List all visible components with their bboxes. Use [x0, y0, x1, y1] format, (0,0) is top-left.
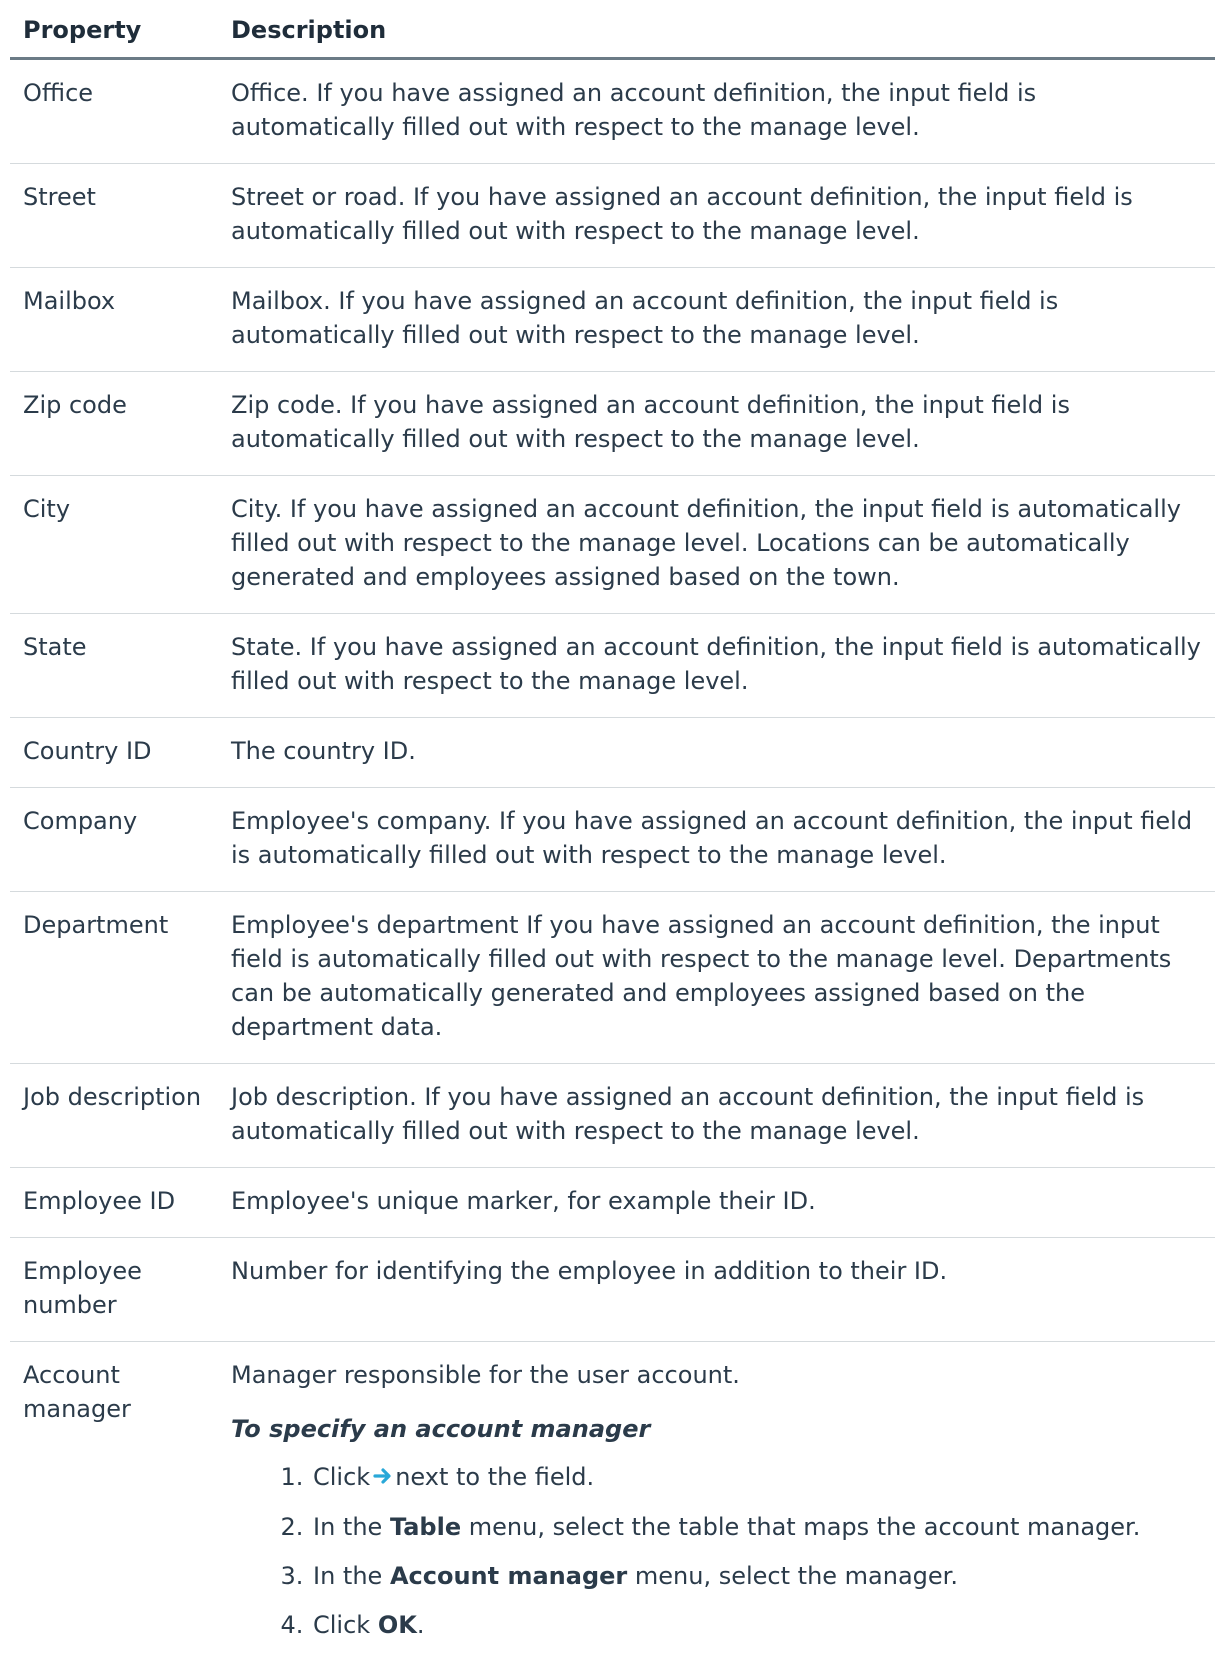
description-cell: Job description. If you have assigned an… — [218, 1064, 1215, 1168]
procedure-title: To specify an account manager — [231, 1412, 1207, 1446]
procedure-steps: Click next to the field. In the Table men… — [231, 1460, 1207, 1642]
table-row: Street Street or road. If you have assig… — [10, 164, 1215, 268]
description-cell: Office. If you have assigned an account … — [218, 59, 1215, 164]
step-text: In the — [313, 1513, 382, 1541]
procedure-step: Click next to the field. — [311, 1460, 1207, 1495]
table-row-account-manager: Account manager Manager responsible for … — [10, 1342, 1215, 1676]
description-cell: Number for identifying the employee in a… — [218, 1238, 1215, 1342]
property-cell: State — [10, 614, 218, 718]
step-text: Click — [313, 1611, 370, 1639]
account-manager-description: Manager responsible for the user account… — [231, 1358, 1207, 1392]
description-cell: City. If you have assigned an account de… — [218, 476, 1215, 614]
property-cell: Zip code — [10, 372, 218, 476]
step-text: . — [417, 1611, 425, 1639]
property-cell: Job description — [10, 1064, 218, 1168]
property-cell: Street — [10, 164, 218, 268]
step-text: menu, select the table that maps the acc… — [469, 1513, 1141, 1541]
description-cell: Street or road. If you have assigned an … — [218, 164, 1215, 268]
step-text: next to the field. — [395, 1463, 594, 1491]
property-cell: Company — [10, 788, 218, 892]
step-text: In the — [313, 1562, 382, 1590]
property-table-document: Property Description Office Office. If y… — [10, 0, 1215, 1676]
procedure-step: In the Account manager menu, select the … — [311, 1559, 1207, 1593]
step-text: Click — [313, 1463, 370, 1491]
table-row: City City. If you have assigned an accou… — [10, 476, 1215, 614]
table-row: Company Employee's company. If you have … — [10, 788, 1215, 892]
description-cell: Mailbox. If you have assigned an account… — [218, 268, 1215, 372]
table-row: State State. If you have assigned an acc… — [10, 614, 1215, 718]
right-arrow-icon — [373, 1461, 393, 1495]
table-row: Office Office. If you have assigned an a… — [10, 59, 1215, 164]
property-cell: City — [10, 476, 218, 614]
table-row: Employee ID Employee's unique marker, fo… — [10, 1168, 1215, 1238]
table-row: Department Employee's department If you … — [10, 892, 1215, 1064]
property-cell: Employee number — [10, 1238, 218, 1342]
step-text: menu, select the manager. — [635, 1562, 958, 1590]
description-cell: Employee's department If you have assign… — [218, 892, 1215, 1064]
table-row: Zip code Zip code. If you have assigned … — [10, 372, 1215, 476]
property-cell: Office — [10, 59, 218, 164]
property-cell: Account manager — [10, 1342, 218, 1676]
procedure-step: Click OK. — [311, 1608, 1207, 1642]
property-table: Property Description Office Office. If y… — [10, 0, 1215, 1676]
description-cell: State. If you have assigned an account d… — [218, 614, 1215, 718]
header-property: Property — [10, 0, 218, 59]
table-header-row: Property Description — [10, 0, 1215, 59]
description-cell: Zip code. If you have assigned an accoun… — [218, 372, 1215, 476]
ui-term-table: Table — [390, 1513, 461, 1541]
ui-term-ok: OK — [378, 1611, 417, 1639]
description-cell: The country ID. — [218, 718, 1215, 788]
description-cell: Employee's company. If you have assigned… — [218, 788, 1215, 892]
description-cell: Employee's unique marker, for example th… — [218, 1168, 1215, 1238]
property-cell: Country ID — [10, 718, 218, 788]
description-cell: Manager responsible for the user account… — [218, 1342, 1215, 1676]
table-row: Mailbox Mailbox. If you have assigned an… — [10, 268, 1215, 372]
property-cell: Mailbox — [10, 268, 218, 372]
property-cell: Department — [10, 892, 218, 1064]
table-row: Country ID The country ID. — [10, 718, 1215, 788]
ui-term-account-manager: Account manager — [390, 1562, 627, 1590]
procedure-step: In the Table menu, select the table that… — [311, 1510, 1207, 1544]
header-description: Description — [218, 0, 1215, 59]
property-cell: Employee ID — [10, 1168, 218, 1238]
table-row: Job description Job description. If you … — [10, 1064, 1215, 1168]
table-row: Employee number Number for identifying t… — [10, 1238, 1215, 1342]
